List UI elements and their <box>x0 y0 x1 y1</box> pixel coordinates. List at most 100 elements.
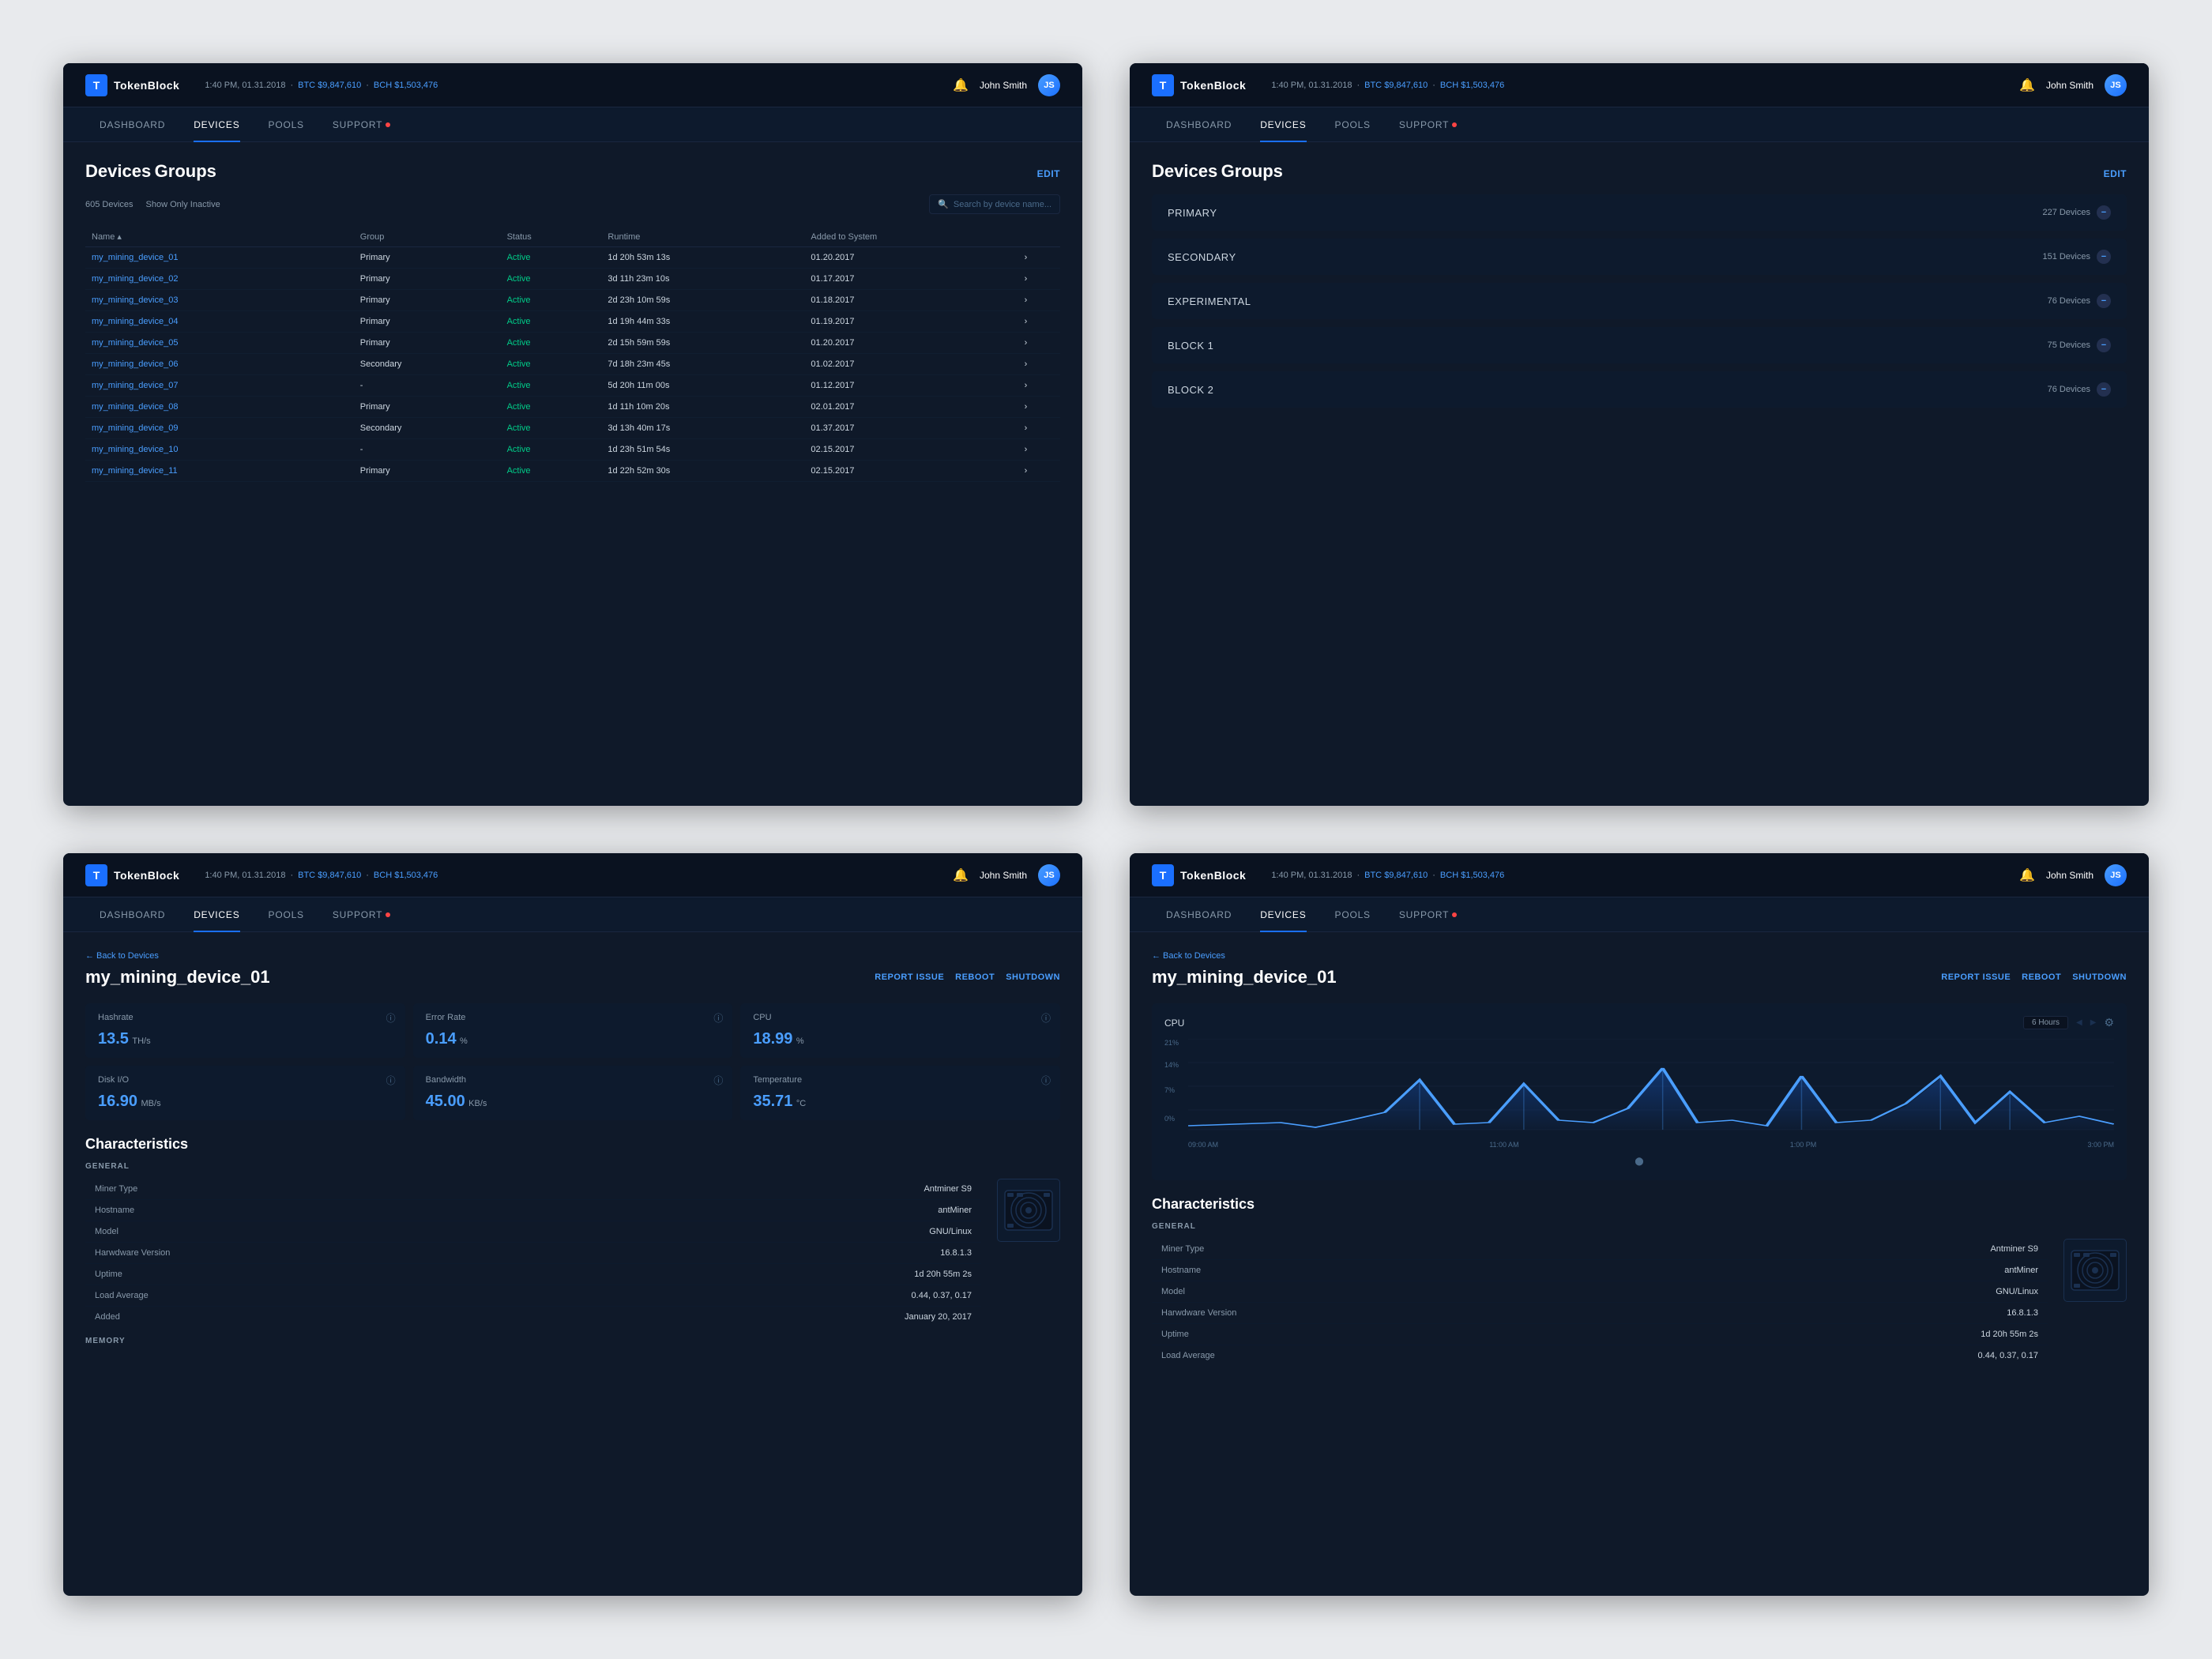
device-name-cell[interactable]: my_mining_device_08 <box>85 397 354 418</box>
row-chevron[interactable]: › <box>1018 311 1060 333</box>
table-row[interactable]: my_mining_device_10 - Active 1d 23h 51m … <box>85 439 1060 461</box>
avatar-3: JS <box>1038 864 1060 886</box>
list-item[interactable]: PRIMARY 227 Devices − <box>1152 194 2127 231</box>
nav-pools-2[interactable]: POOLS <box>1321 107 1385 142</box>
nav-pools-4[interactable]: POOLS <box>1321 897 1385 932</box>
group-action-icon[interactable]: − <box>2097 294 2111 308</box>
metric-info-icon[interactable]: ⓘ <box>713 1074 723 1087</box>
nav-dashboard-1[interactable]: DASHBOARD <box>85 107 179 142</box>
edit-btn-1[interactable]: EDIT <box>1037 168 1060 179</box>
nav-support-2[interactable]: SUPPORT <box>1385 107 1471 142</box>
col-name-1[interactable]: Name ▴ <box>85 227 354 247</box>
table-row[interactable]: my_mining_device_06 Secondary Active 7d … <box>85 354 1060 375</box>
table-row[interactable]: my_mining_device_05 Primary Active 2d 15… <box>85 333 1060 354</box>
group-action-icon[interactable]: − <box>2097 250 2111 264</box>
panel-groups: T TokenBlock 1:40 PM, 01.31.2018 · BTC $… <box>1130 63 2149 806</box>
table-row[interactable]: my_mining_device_08 Primary Active 1d 11… <box>85 397 1060 418</box>
device-name-cell[interactable]: my_mining_device_07 <box>85 375 354 397</box>
device-name-cell[interactable]: my_mining_device_11 <box>85 461 354 482</box>
table-row[interactable]: my_mining_device_02 Primary Active 3d 11… <box>85 269 1060 290</box>
show-inactive-1[interactable]: Show Only Inactive <box>146 200 220 209</box>
char-row: Miner Type Antminer S9 <box>85 1179 981 1200</box>
metric-info-icon[interactable]: ⓘ <box>1041 1074 1051 1087</box>
gear-icon-4[interactable]: ⚙ <box>2104 1016 2114 1029</box>
nav-support-1[interactable]: SUPPORT <box>318 107 404 142</box>
device-name-cell[interactable]: my_mining_device_02 <box>85 269 354 290</box>
nav-devices-1[interactable]: DEVICES <box>179 107 254 142</box>
reboot-btn-4[interactable]: REBOOT <box>2022 972 2061 982</box>
groups-link-1[interactable]: Groups <box>155 161 216 181</box>
reboot-btn-3[interactable]: REBOOT <box>955 972 995 982</box>
table-row[interactable]: my_mining_device_01 Primary Active 1d 20… <box>85 247 1060 269</box>
report-issue-btn-4[interactable]: REPORT ISSUE <box>1941 972 2011 982</box>
device-name-cell[interactable]: my_mining_device_05 <box>85 333 354 354</box>
nav-support-3[interactable]: SUPPORT <box>318 897 404 932</box>
nav-devices-4[interactable]: DEVICES <box>1246 897 1320 932</box>
header-4: T TokenBlock 1:40 PM, 01.31.2018 · BTC $… <box>1130 853 2149 897</box>
metric-info-icon[interactable]: ⓘ <box>1041 1011 1051 1025</box>
chart-scroll-4[interactable]: ⬤ <box>1164 1153 2114 1168</box>
table-row[interactable]: my_mining_device_07 - Active 5d 20h 11m … <box>85 375 1060 397</box>
groups-link-2[interactable]: Groups <box>1221 161 1283 181</box>
device-name-cell[interactable]: my_mining_device_06 <box>85 354 354 375</box>
next-icon-4[interactable]: ▶ <box>2090 1018 2097 1027</box>
prev-icon-4[interactable]: ◀ <box>2076 1018 2082 1027</box>
metric-info-icon[interactable]: ⓘ <box>386 1074 396 1087</box>
col-runtime-1[interactable]: Runtime <box>601 227 804 247</box>
list-item[interactable]: EXPERIMENTAL 76 Devices − <box>1152 283 2127 319</box>
device-name-cell[interactable]: my_mining_device_04 <box>85 311 354 333</box>
bell-icon-4[interactable]: 🔔 <box>2019 867 2035 883</box>
device-name-cell[interactable]: my_mining_device_03 <box>85 290 354 311</box>
col-added-1[interactable]: Added to System <box>804 227 1018 247</box>
row-chevron[interactable]: › <box>1018 354 1060 375</box>
nav-dashboard-2[interactable]: DASHBOARD <box>1152 107 1246 142</box>
back-link-4[interactable]: ← Back to Devices <box>1152 951 2127 961</box>
nav-pools-3[interactable]: POOLS <box>254 897 318 932</box>
list-item[interactable]: BLOCK 2 76 Devices − <box>1152 371 2127 408</box>
edit-btn-2[interactable]: EDIT <box>2104 168 2127 179</box>
row-chevron[interactable]: › <box>1018 333 1060 354</box>
report-issue-btn-3[interactable]: REPORT ISSUE <box>875 972 944 982</box>
row-chevron[interactable]: › <box>1018 418 1060 439</box>
row-chevron[interactable]: › <box>1018 439 1060 461</box>
shutdown-btn-3[interactable]: SHUTDOWN <box>1006 972 1060 982</box>
table-row[interactable]: my_mining_device_04 Primary Active 1d 19… <box>85 311 1060 333</box>
device-name-cell[interactable]: my_mining_device_10 <box>85 439 354 461</box>
col-group-1[interactable]: Group <box>354 227 501 247</box>
row-chevron[interactable]: › <box>1018 269 1060 290</box>
status-cell: Active <box>501 439 602 461</box>
row-chevron[interactable]: › <box>1018 290 1060 311</box>
back-link-3[interactable]: ← Back to Devices <box>85 951 1060 961</box>
bell-icon-2[interactable]: 🔔 <box>2019 77 2035 93</box>
nav-pools-1[interactable]: POOLS <box>254 107 318 142</box>
metric-info-icon[interactable]: ⓘ <box>713 1011 723 1025</box>
nav-dashboard-3[interactable]: DASHBOARD <box>85 897 179 932</box>
hours-selector-4[interactable]: 6 Hours <box>2023 1016 2068 1029</box>
shutdown-btn-4[interactable]: SHUTDOWN <box>2072 972 2127 982</box>
bell-icon-1[interactable]: 🔔 <box>953 77 969 93</box>
device-name-cell[interactable]: my_mining_device_01 <box>85 247 354 269</box>
table-row[interactable]: my_mining_device_09 Secondary Active 3d … <box>85 418 1060 439</box>
table-row[interactable]: my_mining_device_03 Primary Active 2d 23… <box>85 290 1060 311</box>
nav-dashboard-4[interactable]: DASHBOARD <box>1152 897 1246 932</box>
bell-icon-3[interactable]: 🔔 <box>953 867 969 883</box>
added-cell: 01.12.2017 <box>804 375 1018 397</box>
list-item[interactable]: SECONDARY 151 Devices − <box>1152 239 2127 275</box>
device-name-cell[interactable]: my_mining_device_09 <box>85 418 354 439</box>
group-action-icon[interactable]: − <box>2097 382 2111 397</box>
list-item[interactable]: BLOCK 1 75 Devices − <box>1152 327 2127 363</box>
nav-support-4[interactable]: SUPPORT <box>1385 897 1471 932</box>
nav-devices-2[interactable]: DEVICES <box>1246 107 1320 142</box>
group-action-icon[interactable]: − <box>2097 205 2111 220</box>
col-status-1[interactable]: Status <box>501 227 602 247</box>
row-chevron[interactable]: › <box>1018 461 1060 482</box>
nav-devices-3[interactable]: DEVICES <box>179 897 254 932</box>
row-chevron[interactable]: › <box>1018 247 1060 269</box>
table-row[interactable]: my_mining_device_11 Primary Active 1d 22… <box>85 461 1060 482</box>
search-box-1[interactable]: 🔍 Search by device name... <box>929 194 1060 214</box>
miner-svg-3 <box>1001 1183 1056 1238</box>
row-chevron[interactable]: › <box>1018 375 1060 397</box>
row-chevron[interactable]: › <box>1018 397 1060 418</box>
group-action-icon[interactable]: − <box>2097 338 2111 352</box>
metric-info-icon[interactable]: ⓘ <box>386 1011 396 1025</box>
